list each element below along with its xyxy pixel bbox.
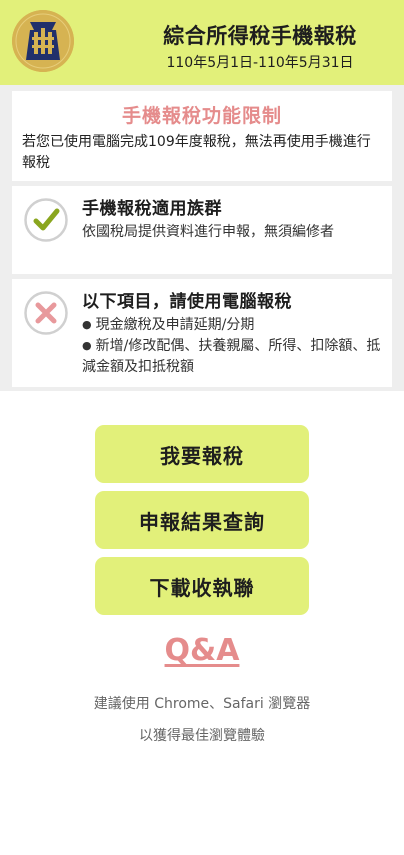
- cross-icon: [24, 291, 68, 335]
- download-receipt-button[interactable]: 下載收執聯: [95, 557, 309, 615]
- query-result-button[interactable]: 申報結果查詢: [95, 491, 309, 549]
- list-item: ● 新增/修改配偶、扶養親屬、所得、扣除額、抵減金額及扣抵稅額: [82, 336, 382, 378]
- page-title: 綜合所得稅手機報稅: [163, 24, 357, 48]
- file-tax-button[interactable]: 我要報稅: [95, 425, 309, 483]
- limitation-text: 若您已使用電腦完成109年度報稅，無法再使用手機進行報稅: [22, 134, 371, 171]
- header-bar: 綜合所得稅手機報稅 110年5月1日-110年5月31日: [0, 0, 404, 85]
- eligible-group-text: 依國稅局提供資料進行申報，無須編修者: [82, 224, 334, 240]
- bullet-icon: ●: [82, 318, 92, 331]
- filing-period: 110年5月1日-110年5月31日: [166, 55, 354, 71]
- browser-recommendation-line1: 建議使用 Chrome、Safari 瀏覽器: [93, 696, 311, 712]
- limitation-card: 手機報稅功能限制 若您已使用電腦完成109年度報稅，無法再使用手機進行報稅: [12, 91, 392, 181]
- list-item: ● 現金繳稅及申請延期/分期: [82, 315, 382, 336]
- bullet-icon: ●: [82, 339, 92, 352]
- limitation-title: 手機報稅功能限制: [121, 105, 282, 127]
- national-taxation-bureau-emblem-icon: [12, 10, 74, 72]
- notice-section: 手機報稅功能限制 若您已使用電腦完成109年度報稅，無法再使用手機進行報稅 手機…: [0, 85, 404, 391]
- list-item-text: 現金繳稅及申請延期/分期: [95, 317, 255, 333]
- action-section: 我要報稅 申報結果查詢 下載收執聯 Q&A 建議使用 Chrome、Safari…: [0, 391, 404, 752]
- qa-link[interactable]: Q&A: [165, 633, 240, 668]
- browser-recommendation-line2: 以獲得最佳瀏覽體驗: [139, 728, 265, 744]
- eligible-group-card: 手機報稅適用族群 依國稅局提供資料進行申報，無須編修者: [12, 186, 392, 274]
- check-icon: [24, 198, 68, 242]
- use-computer-card: 以下項目，請使用電腦報稅 ● 現金繳稅及申請延期/分期 ● 新增/修改配偶、扶養親屬…: [12, 279, 392, 387]
- browser-recommendation: 建議使用 Chrome、Safari 瀏覽器 以獲得最佳瀏覽體驗: [94, 688, 310, 752]
- page: 綜合所得稅手機報稅 110年5月1日-110年5月31日 手機報稅功能限制 若您…: [0, 0, 404, 855]
- eligible-group-title: 手機報稅適用族群: [82, 199, 222, 219]
- list-item-text: 新增/修改配偶、扶養親屬、所得、扣除額、抵減金額及扣抵稅額: [82, 338, 381, 375]
- use-computer-title: 以下項目，請使用電腦報稅: [82, 292, 292, 312]
